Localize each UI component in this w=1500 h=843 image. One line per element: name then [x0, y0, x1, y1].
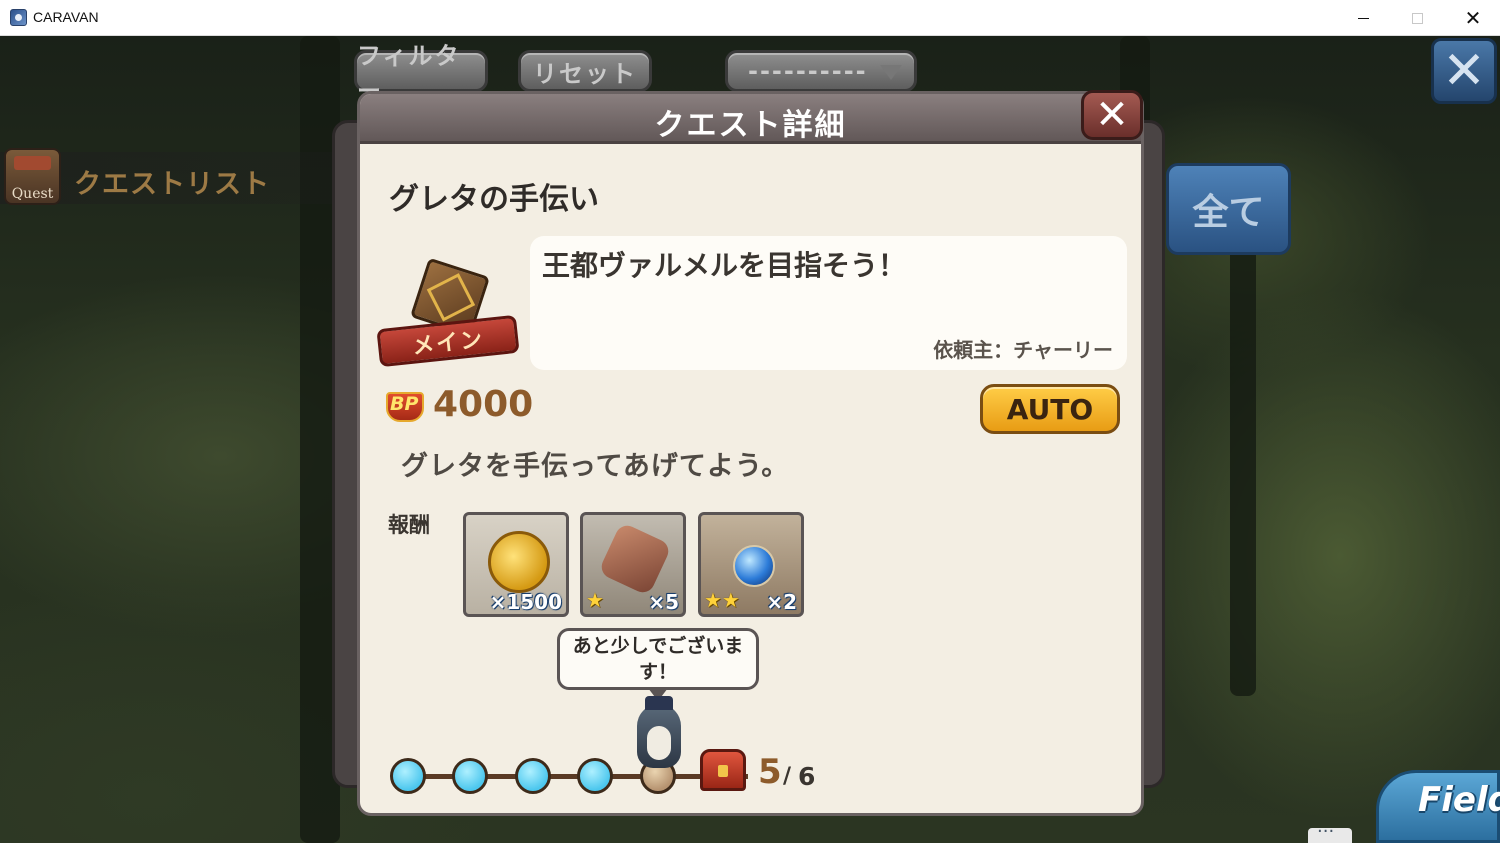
bp-value: 4000 [433, 384, 534, 425]
filter-button[interactable]: フィルター [354, 42, 488, 105]
progress-node-complete [577, 758, 613, 794]
quest-summary: グレタを手伝ってあげてよう。 [401, 451, 790, 482]
bp-icon-text: BP [390, 393, 419, 415]
field-label: Field [1418, 780, 1500, 820]
quest-description: 王都ヴァルメルを目指そう！ [542, 249, 907, 282]
quest-house-icon[interactable]: Quest [4, 148, 61, 205]
minimize-button[interactable] [1336, 0, 1390, 36]
quest-description-box: 王都ヴァルメルを目指そう！ 依頼主：チャーリー [530, 236, 1127, 370]
blue-gem-icon [733, 545, 775, 587]
quest-icon-label: Quest [11, 186, 54, 202]
window-title: CARAVAN [33, 9, 99, 25]
dialog-title: クエスト詳細 [654, 108, 847, 143]
reset-button[interactable]: リセット [518, 50, 652, 92]
penguin-mascot-icon [637, 696, 681, 768]
reward-wood-logs[interactable]: ★ ×5 [580, 512, 686, 617]
maximize-button[interactable] [1390, 0, 1444, 36]
wood-logs-icon [597, 521, 673, 597]
progress-separator: / [783, 764, 792, 789]
category-ribbon: メイン [376, 314, 520, 368]
reward-quantity: ×5 [648, 590, 679, 614]
window-close-button[interactable]: ✕ [1446, 0, 1500, 36]
reward-quantity: ×2 [766, 590, 797, 614]
dialog-header: クエスト詳細 [360, 94, 1141, 144]
quest-requester: 依頼主：チャーリー [933, 338, 1113, 362]
rewards-label: 報酬 [388, 513, 430, 537]
app-icon [10, 9, 27, 26]
quest-detail-dialog: クエスト詳細 グレタの手伝い メイン 王都ヴァルメルを目指そう！ 依頼主：チャー… [357, 91, 1144, 816]
treasure-chest-icon [700, 749, 746, 791]
quest-list-label: クエストリスト [74, 169, 270, 200]
chat-icon[interactable] [1308, 821, 1352, 843]
progress-total: 6 [798, 762, 816, 791]
window-titlebar: CARAVAN ✕ [0, 0, 1500, 36]
close-icon: ✕ [1095, 92, 1129, 138]
reward-blue-gem[interactable]: ★★ ×2 [698, 512, 804, 617]
auto-button[interactable]: AUTO [980, 384, 1120, 434]
dialog-close-button[interactable]: ✕ [1081, 90, 1143, 140]
reward-quantity: ×1500 [489, 590, 562, 614]
sort-dropdown[interactable]: ---------- [725, 50, 917, 92]
all-filter-button[interactable]: 全て [1166, 163, 1291, 255]
progress-node-complete [452, 758, 488, 794]
bp-icon: BP [386, 392, 424, 422]
reward-rarity-stars: ★ [586, 588, 604, 612]
gold-coin-icon [488, 531, 550, 593]
reward-rarity-stars: ★★ [704, 588, 740, 612]
progress-current: 5 [758, 752, 782, 792]
reward-gold-coin[interactable]: ×1500 [463, 512, 569, 617]
progress-node-complete [515, 758, 551, 794]
close-icon: ✕ [1442, 41, 1486, 101]
chevron-down-icon [880, 65, 902, 80]
quest-name: グレタの手伝い [389, 182, 599, 217]
speech-bubble: あと少しでございます！ [557, 628, 759, 701]
main-quest-badge: メイン [376, 257, 520, 372]
sort-dropdown-value: ---------- [748, 57, 868, 85]
progress-node-complete [390, 758, 426, 794]
exit-close-button[interactable]: ✕ [1431, 38, 1497, 104]
